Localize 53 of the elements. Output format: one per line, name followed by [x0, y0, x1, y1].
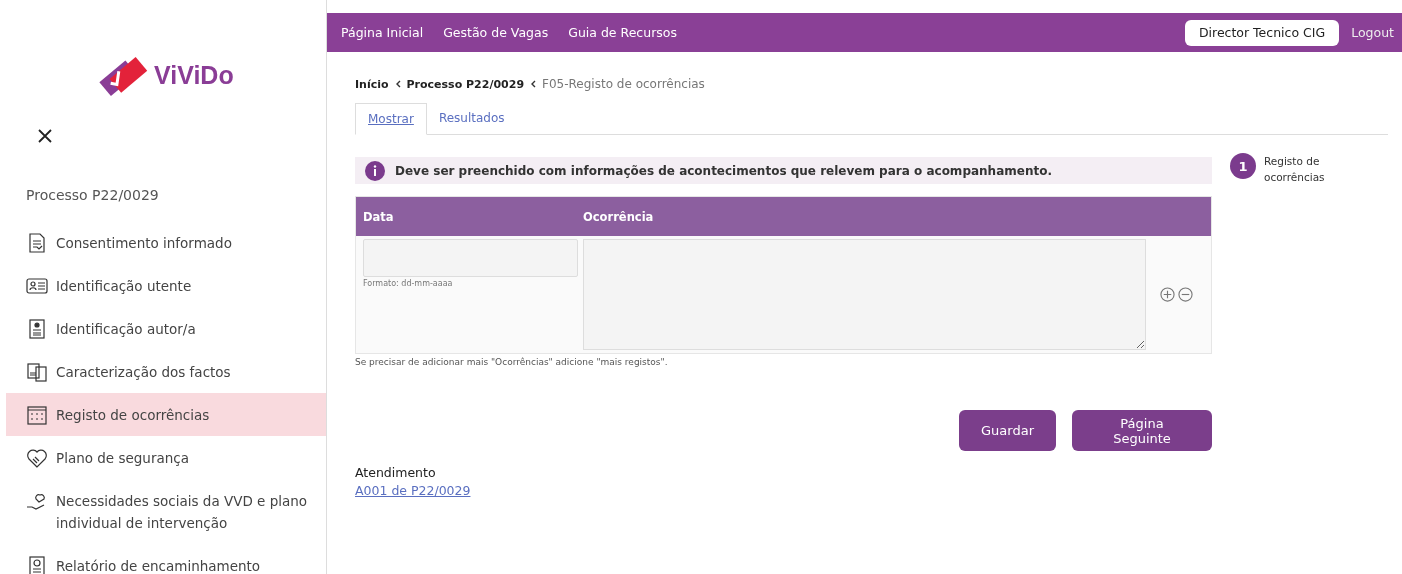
sidebar-item[interactable]: Registo de ocorrências	[6, 393, 326, 436]
sidebar-item[interactable]: Necessidades sociais da VVD e plano individual de intervenção	[0, 479, 326, 544]
add-icon[interactable]	[1160, 287, 1175, 302]
nav-link[interactable]: Página Inicial	[341, 25, 424, 40]
remove-icon[interactable]	[1178, 287, 1193, 302]
step-number: 1	[1230, 153, 1256, 179]
user-button[interactable]: Director Tecnico CIG	[1184, 19, 1340, 46]
nav-link[interactable]: Guia de Recursos	[568, 25, 677, 40]
breadcrumb-link[interactable]: Processo P22/0029	[406, 77, 525, 91]
sidebar-item[interactable]: Relatório de encaminhamento	[0, 544, 326, 574]
next-page-button[interactable]: Página Seguinte	[1072, 410, 1212, 451]
breadcrumb-link[interactable]: F05-Registo de ocorrências	[542, 77, 705, 91]
document-icon	[26, 232, 48, 254]
step-label: Registo de ocorrências	[1264, 154, 1326, 185]
column-header: Data	[362, 209, 395, 224]
column-header: Ocorrência	[583, 209, 654, 224]
pages-icon	[26, 361, 48, 383]
chevron-icon	[530, 80, 537, 88]
sidebar-item[interactable]: Identificação autor/a	[0, 307, 326, 350]
format-hint: Formato: dd-mm-aaaa	[363, 279, 454, 288]
sidebar-item-label: Identificação utente	[56, 277, 192, 296]
sidebar-item-label: Caracterização dos factos	[56, 363, 231, 382]
sidebar-item-label: Necessidades sociais da VVD e plano individual de intervenção	[56, 492, 309, 533]
sidebar-item[interactable]: Consentimento informado	[0, 221, 326, 264]
breadcrumb-link[interactable]: Início	[355, 77, 389, 91]
tab[interactable]: Mostrar	[355, 103, 427, 135]
profile-document-icon	[26, 318, 48, 340]
chevron-icon	[394, 80, 401, 88]
logout-link[interactable]: Logout	[1351, 25, 1394, 40]
nav-link[interactable]: Gestão de Vagas	[443, 25, 549, 40]
save-button[interactable]: Guardar	[959, 410, 1056, 451]
tab[interactable]: Resultados	[426, 103, 517, 135]
id-card-icon	[26, 275, 48, 297]
logo-text: ViViDo	[154, 60, 234, 90]
info-text: Deve ser preenchido com informações de acontecimentos que relevem para o acompanhamento.	[395, 163, 1052, 178]
sidebar-item-label: Plano de segurança	[56, 449, 189, 468]
report-icon	[26, 555, 48, 574]
info-icon	[365, 160, 385, 181]
attendance-label: Atendimento	[355, 465, 437, 480]
date-field[interactable]	[363, 239, 578, 277]
sidebar-item[interactable]: Plano de segurança	[0, 436, 326, 479]
sidebar-item-label: Registo de ocorrências	[56, 406, 210, 425]
calendar-icon	[26, 404, 48, 426]
sidebar-item-label: Identificação autor/a	[56, 320, 196, 339]
sidebar-item-label: Consentimento informado	[56, 234, 232, 253]
process-heading: Processo P22/0029	[26, 187, 160, 203]
close-icon[interactable]	[37, 128, 53, 144]
sidebar-item[interactable]: Identificação utente	[0, 264, 326, 307]
sidebar-item[interactable]: Caracterização dos factos	[0, 350, 326, 393]
attendance-link[interactable]: A001 de P22/0029	[355, 483, 471, 498]
help-text: Se precisar de adicionar mais "Ocorrências" adicione "mais registos".	[355, 357, 669, 367]
sidebar-item-label: Relatório de encaminhamento	[56, 557, 261, 574]
occurrence-field[interactable]	[583, 239, 1146, 350]
